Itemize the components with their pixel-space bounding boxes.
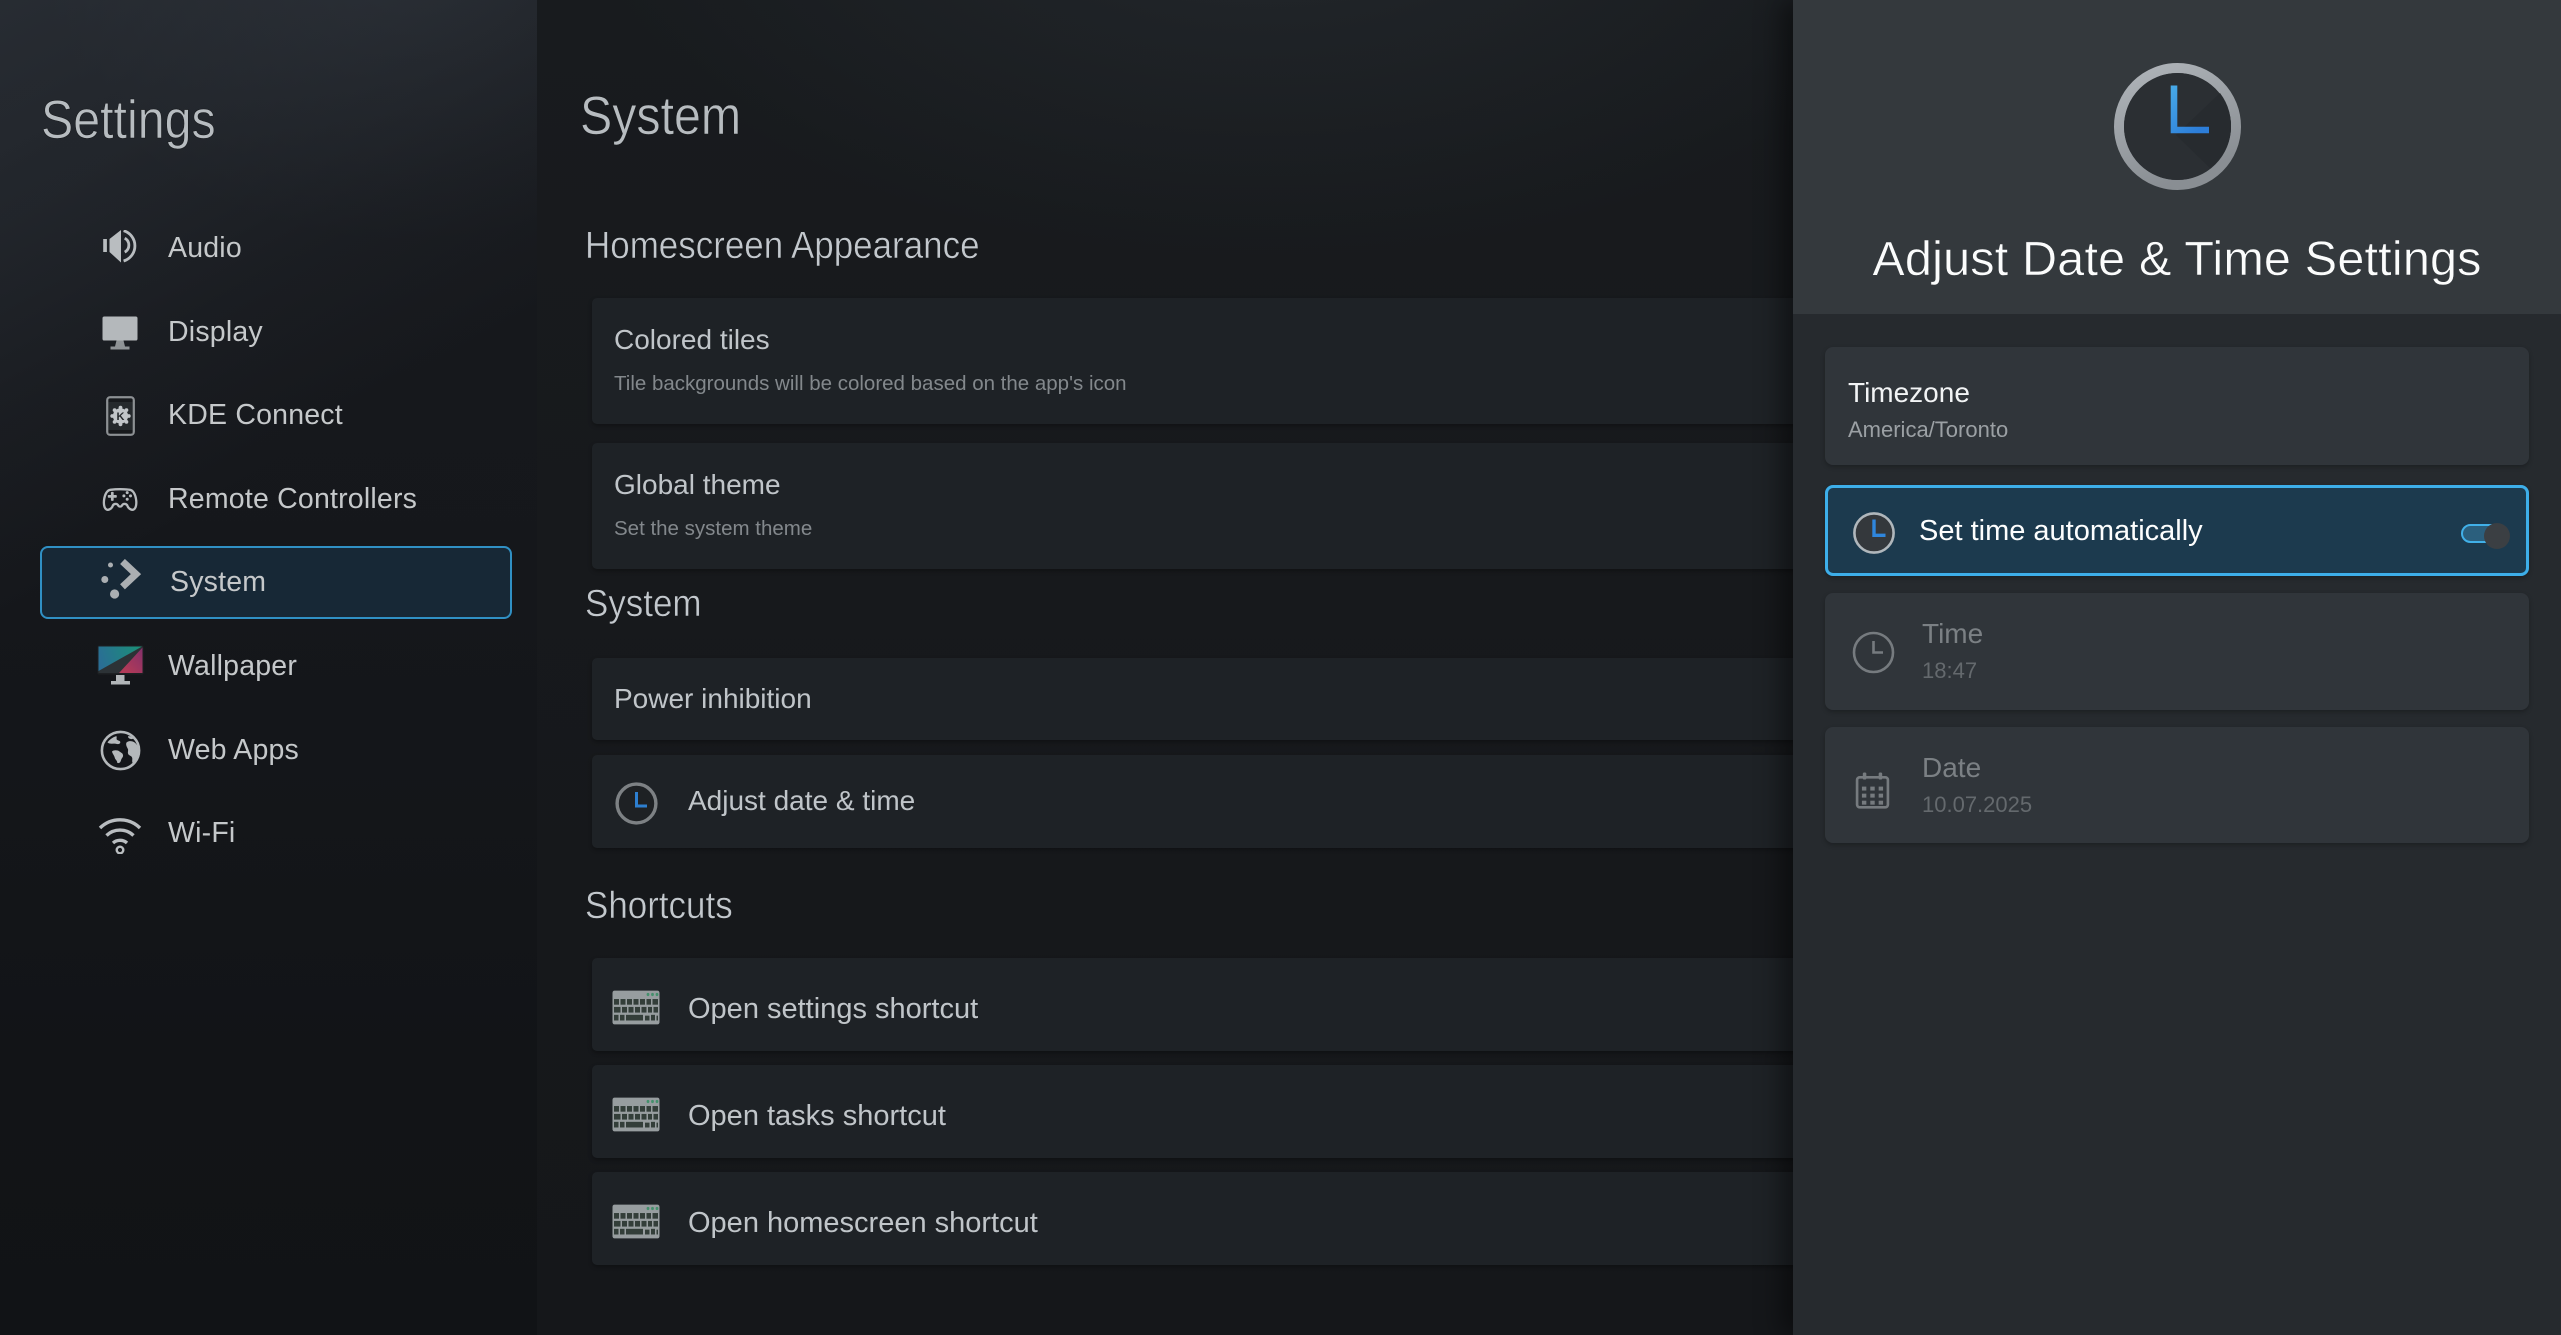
svg-text:K: K (116, 411, 124, 423)
